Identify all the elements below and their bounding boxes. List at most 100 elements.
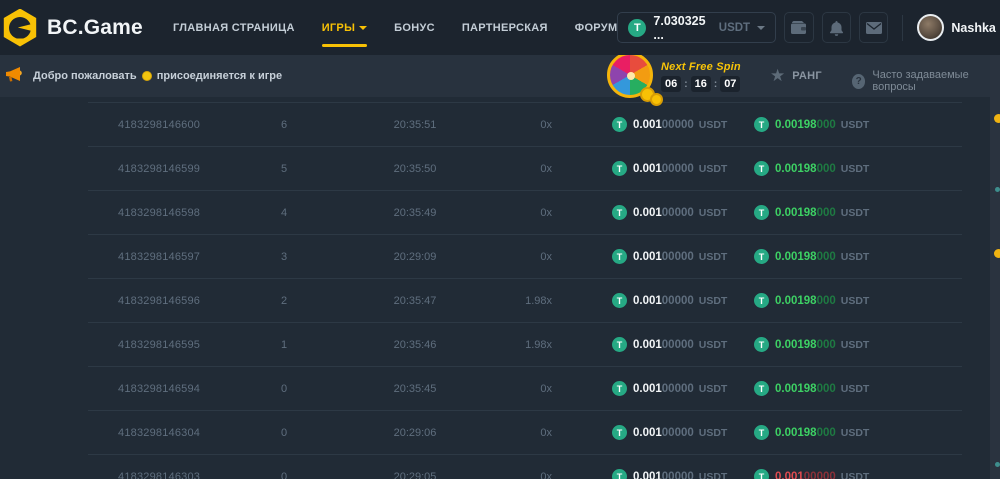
payout-currency: USDT xyxy=(841,251,870,263)
payout-amount-trailing: 00000 xyxy=(804,471,836,479)
free-spin-widget[interactable]: Next Free Spin 06 : 16 : 07 xyxy=(607,52,741,98)
payout-multiplier: 0x xyxy=(480,471,552,479)
round-number: 0 xyxy=(218,427,350,439)
payout-currency: USDT xyxy=(841,427,870,439)
notifications-button[interactable] xyxy=(822,12,851,43)
table-row[interactable]: 4183298146599 5 20:35:50 0x T 0.00100000… xyxy=(88,146,962,190)
free-spin-info: Next Free Spin 06 : 16 : 07 xyxy=(661,52,741,98)
tether-coin-icon: T xyxy=(612,205,627,220)
megaphone-icon xyxy=(4,65,23,88)
table-row[interactable]: 4183298146597 3 20:29:09 0x T 0.00100000… xyxy=(88,234,962,278)
balance-currency: USDT xyxy=(719,22,750,34)
nav-item-label: БОНУС xyxy=(394,22,435,34)
messages-button[interactable] xyxy=(859,12,888,43)
payout-amount: T 0.00198000USDT xyxy=(742,337,932,352)
table-row[interactable]: 4183298146594 0 20:35:45 0x T 0.00100000… xyxy=(88,366,962,410)
tether-coin-icon: T xyxy=(612,381,627,396)
announcement-message: Добро пожаловать присоединяется к игре xyxy=(33,70,282,82)
bet-id: 4183298146598 xyxy=(118,207,218,219)
payout-amount-value: 0.00198 xyxy=(775,295,817,307)
bet-amount-trailing: 00000 xyxy=(662,207,694,219)
payout-amount: T 0.00198000USDT xyxy=(742,381,932,396)
table-row[interactable]: 4183298146304 0 20:29:06 0x T 0.00100000… xyxy=(88,410,962,454)
balance-selector[interactable]: T 7.030325 ... USDT xyxy=(617,12,776,43)
rank-label: РАНГ xyxy=(792,70,822,82)
payout-amount-value: 0.00198 xyxy=(775,119,817,131)
nav-item[interactable]: ПАРТНЕРСКАЯ xyxy=(462,22,548,34)
payout-amount-value: 0.00198 xyxy=(775,163,817,175)
tether-coin-icon: T xyxy=(612,425,627,440)
table-row[interactable]: 4183298146598 4 20:35:49 0x T 0.00100000… xyxy=(88,190,962,234)
timer-minutes: 16 xyxy=(691,76,711,92)
tether-coin-icon: T xyxy=(754,249,769,264)
user-avatar xyxy=(917,14,944,41)
payout-currency: USDT xyxy=(841,295,870,307)
tether-coin-icon: T xyxy=(754,469,769,479)
faq-link[interactable]: ? Часто задаваемые вопросы xyxy=(852,69,1000,93)
table-row[interactable]: 4183298146600 6 20:35:51 0x T 0.00100000… xyxy=(88,102,962,146)
user-menu[interactable]: Nashka xyxy=(917,14,1000,41)
tether-coin-icon: T xyxy=(628,19,646,37)
payout-currency: USDT xyxy=(841,163,870,175)
table-row[interactable]: 4183298146595 1 20:35:46 1.98x T 0.00100… xyxy=(88,322,962,366)
bet-id: 4183298146596 xyxy=(118,295,218,307)
table-row[interactable]: 4183298146596 2 20:35:47 1.98x T 0.00100… xyxy=(88,278,962,322)
bet-time: 20:29:09 xyxy=(350,251,480,263)
bet-time: 20:35:49 xyxy=(350,207,480,219)
chat-panel-edge[interactable] xyxy=(990,55,1000,479)
bet-currency: USDT xyxy=(699,163,728,175)
bet-amount: T 0.00100000USDT xyxy=(552,337,742,352)
bet-amount: T 0.00100000USDT xyxy=(552,249,742,264)
spin-wheel-icon xyxy=(607,52,653,98)
bet-amount-trailing: 00000 xyxy=(662,251,694,263)
bet-currency: USDT xyxy=(699,383,728,395)
bet-currency: USDT xyxy=(699,119,728,131)
timer-hours: 06 xyxy=(661,76,681,92)
bet-id: 4183298146304 xyxy=(118,427,218,439)
bet-amount-value: 0.001 xyxy=(633,163,662,175)
round-number: 3 xyxy=(218,251,350,263)
bet-amount: T 0.00100000USDT xyxy=(552,469,742,479)
nav-item[interactable]: ИГРЫ xyxy=(322,22,367,34)
bet-id: 4183298146597 xyxy=(118,251,218,263)
nav-item[interactable]: ФОРУМ xyxy=(575,22,618,34)
payout-multiplier: 0x xyxy=(480,207,552,219)
nav-item[interactable]: БОНУС xyxy=(394,22,435,34)
tether-coin-icon: T xyxy=(754,381,769,396)
payout-currency: USDT xyxy=(841,471,870,479)
wallet-button[interactable] xyxy=(784,12,813,43)
tether-coin-icon: T xyxy=(754,161,769,176)
bet-time: 20:35:46 xyxy=(350,339,480,351)
payout-amount-trailing: 000 xyxy=(817,427,836,439)
free-spin-timer: 06 : 16 : 07 xyxy=(661,76,741,92)
nav-item-label: ИГРЫ xyxy=(322,22,355,34)
rank-link[interactable]: ★ РАНГ xyxy=(770,69,822,83)
bet-amount-trailing: 00000 xyxy=(662,163,694,175)
star-icon: ★ xyxy=(770,69,785,83)
tether-coin-icon: T xyxy=(612,249,627,264)
bet-amount-value: 0.001 xyxy=(633,207,662,219)
announcement-suffix: присоединяется к игре xyxy=(157,70,282,82)
question-icon: ? xyxy=(852,74,865,89)
payout-multiplier: 0x xyxy=(480,427,552,439)
nav-item-label: ПАРТНЕРСКАЯ xyxy=(462,22,548,34)
table-row[interactable]: 4183298146303 0 20:29:05 0x T 0.00100000… xyxy=(88,454,962,479)
bet-currency: USDT xyxy=(699,207,728,219)
bc-game-logo[interactable]: BC.Game xyxy=(2,9,143,47)
bet-amount: T 0.00100000 USDT xyxy=(552,205,742,220)
payout-amount-value: 0.00198 xyxy=(775,207,817,219)
payout-amount-value: 0.001 xyxy=(775,471,804,479)
tether-coin-icon: T xyxy=(612,161,627,176)
tether-coin-icon: T xyxy=(612,117,627,132)
bell-icon xyxy=(829,20,844,36)
payout-amount-trailing: 000 xyxy=(817,251,836,263)
bet-time: 20:29:06 xyxy=(350,427,480,439)
nav-item[interactable]: ГЛАВНАЯ СТРАНИЦА xyxy=(173,22,295,34)
bet-time: 20:35:47 xyxy=(350,295,480,307)
bet-amount-trailing: 00000 xyxy=(662,383,694,395)
bet-amount-value: 0.001 xyxy=(633,339,662,351)
payout-amount: T 0.00198000USDT xyxy=(742,161,932,176)
payout-currency: USDT xyxy=(841,383,870,395)
tether-coin-icon: T xyxy=(612,469,627,479)
payout-amount-value: 0.00198 xyxy=(775,251,817,263)
